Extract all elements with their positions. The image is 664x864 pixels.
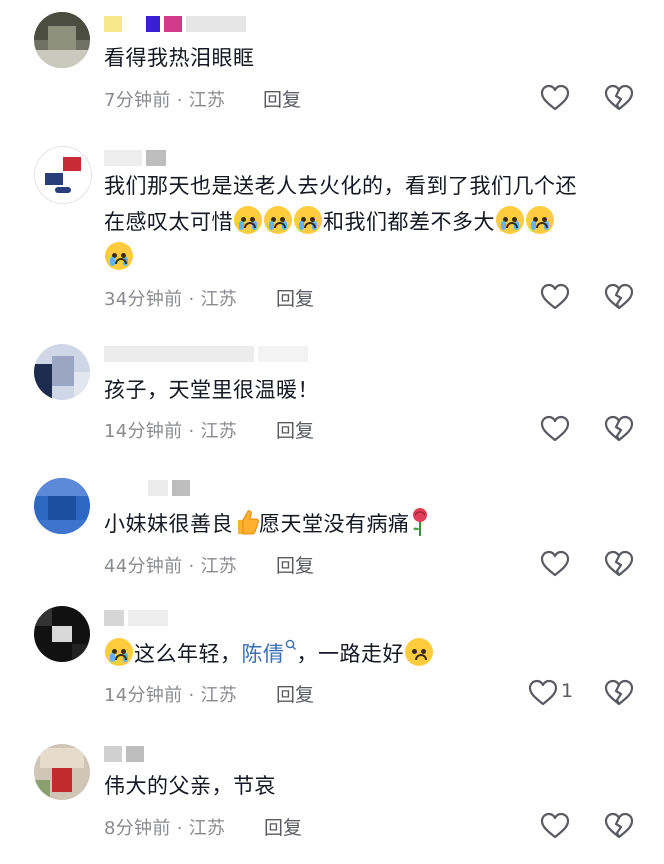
broken-heart-icon[interactable] xyxy=(604,812,634,840)
loudly-crying-face-icon xyxy=(526,206,554,234)
reply-button[interactable]: 回复 xyxy=(276,551,314,578)
rose-icon xyxy=(412,508,427,536)
loudly-crying-face-icon xyxy=(105,638,133,666)
username-blurred[interactable] xyxy=(104,344,308,364)
comment-text: 小妹妹很善良 愿天堂没有病痛 xyxy=(104,506,604,542)
avatar[interactable] xyxy=(34,344,90,400)
comment-meta: 34分钟前 · 江苏 xyxy=(104,285,237,311)
avatar[interactable] xyxy=(34,606,90,662)
comment-meta: 7分钟前 · 江苏 xyxy=(104,86,225,112)
username-blurred[interactable] xyxy=(104,148,166,168)
broken-heart-icon[interactable] xyxy=(604,415,634,443)
reply-button[interactable]: 回复 xyxy=(276,680,314,707)
comment-text-line: 我们那天也是送老人去火化的，看到了我们几个还 xyxy=(104,174,577,198)
heart-outline-icon[interactable] xyxy=(540,283,570,311)
loudly-crying-face-icon xyxy=(234,206,262,234)
comment-time: 34分钟前 xyxy=(104,289,183,310)
heart-outline-icon[interactable] xyxy=(528,679,558,707)
meta-dot: · xyxy=(188,421,195,442)
comment-text: 我们那天也是送老人去火化的，看到了我们几个还 在感叹太可惜 和我们都差不多大 xyxy=(104,168,604,276)
heart-outline-icon[interactable] xyxy=(540,415,570,443)
comment-location: 江苏 xyxy=(200,289,238,310)
comment-location: 江苏 xyxy=(188,818,226,839)
loudly-crying-face-icon xyxy=(294,206,322,234)
comment-meta: 44分钟前 · 江苏 xyxy=(104,552,237,578)
loudly-crying-face-icon xyxy=(264,206,292,234)
comment-meta: 8分钟前 · 江苏 xyxy=(104,814,225,840)
reply-button[interactable]: 回复 xyxy=(264,813,302,840)
comment-location: 江苏 xyxy=(188,90,226,111)
username-blurred[interactable] xyxy=(104,478,190,498)
comment-time: 8分钟前 xyxy=(104,818,171,839)
meta-dot: · xyxy=(188,289,195,310)
comment-text-line xyxy=(104,240,604,276)
avatar[interactable] xyxy=(34,12,90,68)
reply-button[interactable]: 回复 xyxy=(276,284,314,311)
broken-heart-icon[interactable] xyxy=(604,84,634,112)
meta-dot: · xyxy=(188,685,195,706)
comment-location: 江苏 xyxy=(200,556,238,577)
meta-dot: · xyxy=(176,818,183,839)
reply-button[interactable]: 回复 xyxy=(276,416,314,443)
mention-link[interactable]: 陈倩 xyxy=(242,639,297,666)
comment-location: 江苏 xyxy=(200,421,238,442)
thumbs-up-icon xyxy=(238,510,259,535)
comment-meta: 14分钟前 · 江苏 xyxy=(104,681,237,707)
reply-button[interactable]: 回复 xyxy=(263,85,301,112)
comment-time: 7分钟前 xyxy=(104,90,171,111)
broken-heart-icon[interactable] xyxy=(604,679,634,707)
comment-time: 44分钟前 xyxy=(104,556,183,577)
like-count: 1 xyxy=(561,680,574,702)
comment-text-line: 在感叹太可惜 和我们都差不多大 xyxy=(104,204,604,240)
loudly-crying-face-icon xyxy=(496,206,524,234)
username-blurred[interactable] xyxy=(104,608,168,628)
broken-heart-icon[interactable] xyxy=(604,283,634,311)
pleading-face-icon xyxy=(405,638,433,666)
comment-time: 14分钟前 xyxy=(104,421,183,442)
comment-text: 这么年轻，陈倩 ，一路走好 xyxy=(104,636,604,672)
comment-text: 看得我热泪眼眶 xyxy=(104,46,255,70)
username-blurred[interactable] xyxy=(104,744,144,764)
comment-text: 伟大的父亲，节哀 xyxy=(104,774,276,798)
heart-outline-icon[interactable] xyxy=(540,84,570,112)
search-icon xyxy=(285,639,296,650)
username-blurred[interactable] xyxy=(104,14,246,34)
heart-outline-icon[interactable] xyxy=(540,812,570,840)
avatar[interactable] xyxy=(34,478,90,534)
broken-heart-icon[interactable] xyxy=(604,550,634,578)
meta-dot: · xyxy=(176,90,183,111)
comment-meta: 14分钟前 · 江苏 xyxy=(104,417,237,443)
meta-dot: · xyxy=(188,556,195,577)
comment-time: 14分钟前 xyxy=(104,685,183,706)
comment-location: 江苏 xyxy=(200,685,238,706)
heart-outline-icon[interactable] xyxy=(540,550,570,578)
avatar[interactable] xyxy=(34,744,90,800)
loudly-crying-face-icon xyxy=(105,242,133,270)
avatar[interactable] xyxy=(34,146,92,204)
comment-text: 孩子，天堂里很温暖！ xyxy=(104,378,319,402)
